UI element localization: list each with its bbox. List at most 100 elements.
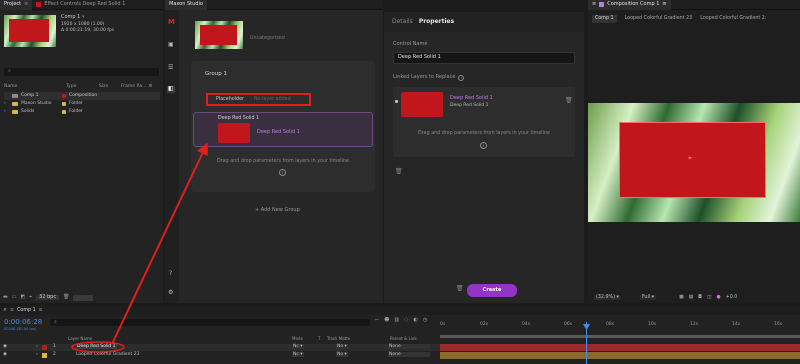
tab-composition[interactable]: ≡ Composition Comp 1 ≡ (588, 0, 671, 10)
col-mode[interactable]: Mode (292, 336, 303, 342)
graph-editor-icon[interactable]: ◐ (414, 317, 418, 324)
time-ruler[interactable]: 0s 02s 04s 06s 08s 10s 12s 14s 16s (440, 322, 800, 336)
layer-card[interactable]: Deep Red Solid 1 Deep Red Solid 1 (193, 112, 373, 147)
sliders-icon[interactable]: ☰ (168, 64, 173, 72)
layer-card-title: Deep Red Solid 1 (218, 116, 260, 121)
col-parent[interactable]: Parent & Link (390, 336, 417, 342)
red-solid-layer[interactable] (619, 122, 766, 198)
table-row[interactable]: ◉ › 2 Looped Colorful Gradient 23 Nc ▾ N… (0, 352, 440, 359)
anchor-point-icon[interactable]: ⌖ (688, 154, 692, 162)
briefcase-icon[interactable]: ▣ (168, 41, 174, 49)
exposure-value[interactable]: +0.0 (726, 295, 738, 301)
menu-icon[interactable]: ≡ (10, 308, 14, 314)
region-of-interest-icon[interactable]: ▦ (679, 295, 684, 301)
menu-icon[interactable]: ≡ (24, 1, 28, 8)
expand-arrow-icon[interactable]: › (36, 344, 38, 349)
table-row[interactable]: ◉ › 1 Deep Red Solid 1 Nc ▾ No ▾ None (0, 344, 440, 351)
col-frame-rate[interactable]: Frame Ra... (121, 84, 147, 89)
info-icon[interactable]: i (279, 169, 286, 176)
tab-effect-controls[interactable]: Effect Controls Deep Red Solid 1 (32, 0, 129, 10)
menu-icon[interactable]: ≡ (39, 308, 43, 314)
delete-icon[interactable]: 🗑 (63, 294, 69, 301)
project-search-input[interactable]: ⌕ (4, 68, 159, 76)
layer-name[interactable]: Deep Red Solid 1 (76, 344, 117, 350)
delete-icon[interactable]: 🗑 (395, 168, 403, 176)
create-button[interactable]: Create (467, 284, 517, 297)
add-new-group-button[interactable]: + Add New Group (255, 207, 300, 214)
col-type[interactable]: Type (54, 84, 94, 89)
maxon-logo: M (168, 18, 175, 26)
subtab-gradient-2[interactable]: Looped Colorful Gradient 2: (700, 16, 766, 22)
menu-icon[interactable]: ≡ (592, 1, 596, 8)
list-item[interactable]: Comp 1 Composition (4, 92, 160, 100)
subtab-gradient-23[interactable]: Looped Colorful Gradient 23 (625, 16, 693, 22)
layer-mode[interactable]: Nc ▾ (292, 344, 304, 350)
camera-icon[interactable]: ◘ (698, 295, 702, 301)
composition-icon (12, 93, 18, 98)
layer-matte[interactable]: No ▾ (336, 344, 348, 350)
control-name-input[interactable]: Deep Red Solid 1 (393, 52, 575, 64)
visibility-eye-icon[interactable]: ◉ (3, 352, 7, 357)
col-size[interactable]: Size (94, 84, 121, 89)
layer-matte[interactable]: No ▾ (336, 352, 348, 358)
layer-name[interactable]: Looped Colorful Gradient 23 (76, 352, 139, 357)
work-area-bar[interactable] (440, 335, 800, 338)
help-icon[interactable]: ? (169, 270, 172, 278)
tab-comp-timeline[interactable]: Comp 1 (17, 308, 36, 314)
tab-details[interactable]: Details (392, 18, 413, 26)
layer-1-bar[interactable] (440, 344, 800, 351)
quality-dropdown[interactable]: Full ▾ (639, 294, 657, 301)
interpret-footage-icon[interactable]: ▬ (3, 294, 8, 301)
footer-delete-icon[interactable]: 🗑 (456, 285, 464, 293)
visibility-eye-icon[interactable]: ◉ (3, 344, 7, 349)
studio-tabbar: Maxon Studio (165, 0, 383, 10)
close-icon[interactable]: × (3, 308, 7, 314)
flowchart-icon[interactable]: ⌖ (29, 294, 32, 301)
color-icon[interactable]: ● (717, 295, 721, 301)
info-icon[interactable]: i (458, 75, 465, 81)
footer-slider[interactable] (73, 294, 94, 301)
expand-arrow-icon[interactable]: › (4, 109, 12, 114)
list-item[interactable]: › Solids Folder (4, 108, 160, 116)
transparency-icon[interactable]: ◫ (707, 295, 712, 301)
expand-arrow-icon[interactable]: › (4, 101, 12, 106)
zoom-dropdown[interactable]: (32.9%) ▾ (594, 294, 621, 301)
layer-label-color[interactable] (42, 345, 47, 350)
col-name[interactable]: Name (4, 84, 54, 89)
new-comp-icon[interactable]: ◩ (20, 294, 25, 301)
layer-mode[interactable]: Nc ▾ (292, 352, 304, 358)
timecode[interactable]: 0:00:06:28 (4, 318, 42, 326)
layer-2-bar[interactable] (440, 352, 800, 359)
menu-icon[interactable]: ≡ (662, 1, 666, 8)
draft-3d-icon[interactable]: ⌐ (375, 317, 379, 324)
col-t[interactable]: T (318, 336, 320, 342)
ruler-tick: 12s (690, 322, 699, 327)
new-folder-icon[interactable]: ▭ (12, 294, 17, 301)
placeholder-row[interactable]: Placeholder No layer added (206, 93, 311, 106)
list-item[interactable]: › Maxon Studio Folder (4, 100, 160, 108)
info-icon[interactable]: i (480, 142, 487, 149)
col-track-matte[interactable]: Track Matte (327, 336, 350, 342)
layer-parent[interactable]: None (388, 344, 430, 350)
timeline-search-input[interactable]: ⌕ (50, 319, 370, 326)
subtab-comp[interactable]: Comp 1 (592, 15, 617, 23)
bpc-button[interactable]: 32 bpc (36, 294, 60, 301)
linked-layers-box: Deep Red Solid 1 Deep Red Solid 1 🗑 Drag… (393, 87, 575, 157)
tab-properties[interactable]: Properties (419, 18, 454, 26)
expand-arrow-icon[interactable]: › (36, 352, 38, 357)
column-settings-icon[interactable]: ⚙ (149, 84, 153, 89)
shy-icon[interactable]: ☻ (384, 317, 389, 324)
col-layer-name[interactable]: Layer Name (68, 336, 92, 342)
layer-label-color[interactable] (42, 353, 47, 358)
layers-icon[interactable]: ◧ (167, 85, 175, 93)
tab-maxon-studio[interactable]: Maxon Studio (165, 0, 207, 10)
grid-icon[interactable]: ▤ (689, 295, 694, 301)
frame-blend-icon[interactable]: ▥ (394, 317, 399, 324)
clock-icon[interactable]: ◷ (423, 317, 427, 324)
settings-gear-icon[interactable]: ⚙ (168, 289, 173, 297)
layer-parent[interactable]: None (388, 352, 430, 358)
delete-icon[interactable]: 🗑 (565, 97, 573, 105)
tab-project[interactable]: Project ≡ (0, 0, 33, 10)
motion-blur-icon[interactable]: ◌ (404, 317, 408, 324)
comp-name[interactable]: Comp 1 ▾ (61, 14, 84, 21)
